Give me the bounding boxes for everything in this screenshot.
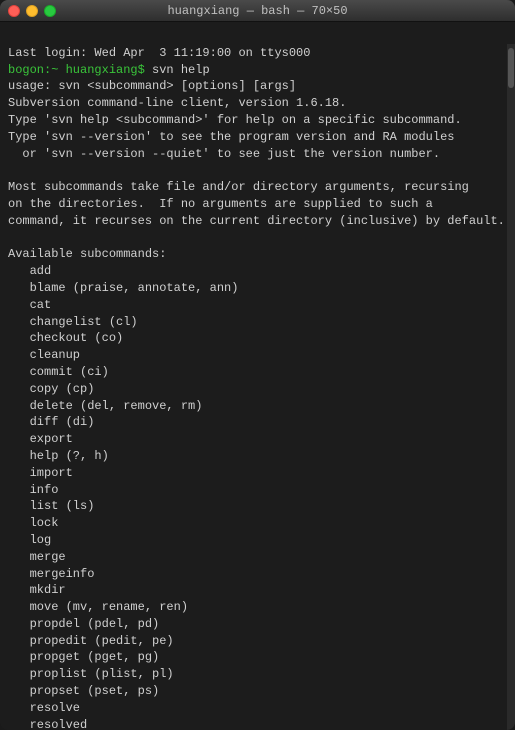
line-7: or 'svn --version --quiet' to see just t… [8, 147, 440, 161]
line-13: Available subcommands: [8, 247, 166, 261]
traffic-lights [8, 5, 56, 17]
line-17: changelist (cl) [8, 315, 138, 329]
line-39: propset (pset, ps) [8, 684, 159, 698]
line-37: propget (pget, pg) [8, 650, 159, 664]
scrollbar[interactable] [507, 44, 515, 730]
line-10: on the directories. If no arguments are … [8, 197, 433, 211]
terminal-output[interactable]: Last login: Wed Apr 3 11:19:00 on ttys00… [0, 22, 515, 730]
line-32: mergeinfo [8, 567, 94, 581]
terminal-window: huangxiang — bash — 70×50 Last login: We… [0, 0, 515, 730]
close-button[interactable] [8, 5, 20, 17]
line-5: Type 'svn help <subcommand>' for help on… [8, 113, 462, 127]
line-40: resolve [8, 701, 80, 715]
line-27: info [8, 483, 58, 497]
line-36: propedit (pedit, pe) [8, 634, 174, 648]
line-2: bogon:~ huangxiang$ svn help [8, 63, 210, 77]
line-16: cat [8, 298, 51, 312]
line-21: copy (cp) [8, 382, 94, 396]
line-35: propdel (pdel, pd) [8, 617, 159, 631]
line-33: mkdir [8, 583, 66, 597]
line-15: blame (praise, annotate, ann) [8, 281, 238, 295]
line-19: cleanup [8, 348, 80, 362]
line-1: Last login: Wed Apr 3 11:19:00 on ttys00… [8, 46, 310, 60]
line-24: export [8, 432, 73, 446]
minimize-button[interactable] [26, 5, 38, 17]
line-12 [8, 231, 15, 245]
line-23: diff (di) [8, 415, 94, 429]
line-14: add [8, 264, 51, 278]
line-9: Most subcommands take file and/or direct… [8, 180, 469, 194]
maximize-button[interactable] [44, 5, 56, 17]
scrollbar-thumb[interactable] [508, 48, 514, 88]
line-41: resolved [8, 718, 87, 730]
line-26: import [8, 466, 73, 480]
window-title: huangxiang — bash — 70×50 [167, 4, 347, 18]
line-6: Type 'svn --version' to see the program … [8, 130, 454, 144]
line-20: commit (ci) [8, 365, 109, 379]
line-22: delete (del, remove, rm) [8, 399, 202, 413]
line-30: log [8, 533, 51, 547]
line-31: merge [8, 550, 66, 564]
line-11: command, it recurses on the current dire… [8, 214, 505, 228]
line-28: list (ls) [8, 499, 94, 513]
line-4: Subversion command-line client, version … [8, 96, 346, 110]
line-25: help (?, h) [8, 449, 109, 463]
line-29: lock [8, 516, 58, 530]
line-38: proplist (plist, pl) [8, 667, 174, 681]
line-8 [8, 163, 15, 177]
title-bar: huangxiang — bash — 70×50 [0, 0, 515, 22]
line-34: move (mv, rename, ren) [8, 600, 188, 614]
line-18: checkout (co) [8, 331, 123, 345]
line-3: usage: svn <subcommand> [options] [args] [8, 79, 296, 93]
